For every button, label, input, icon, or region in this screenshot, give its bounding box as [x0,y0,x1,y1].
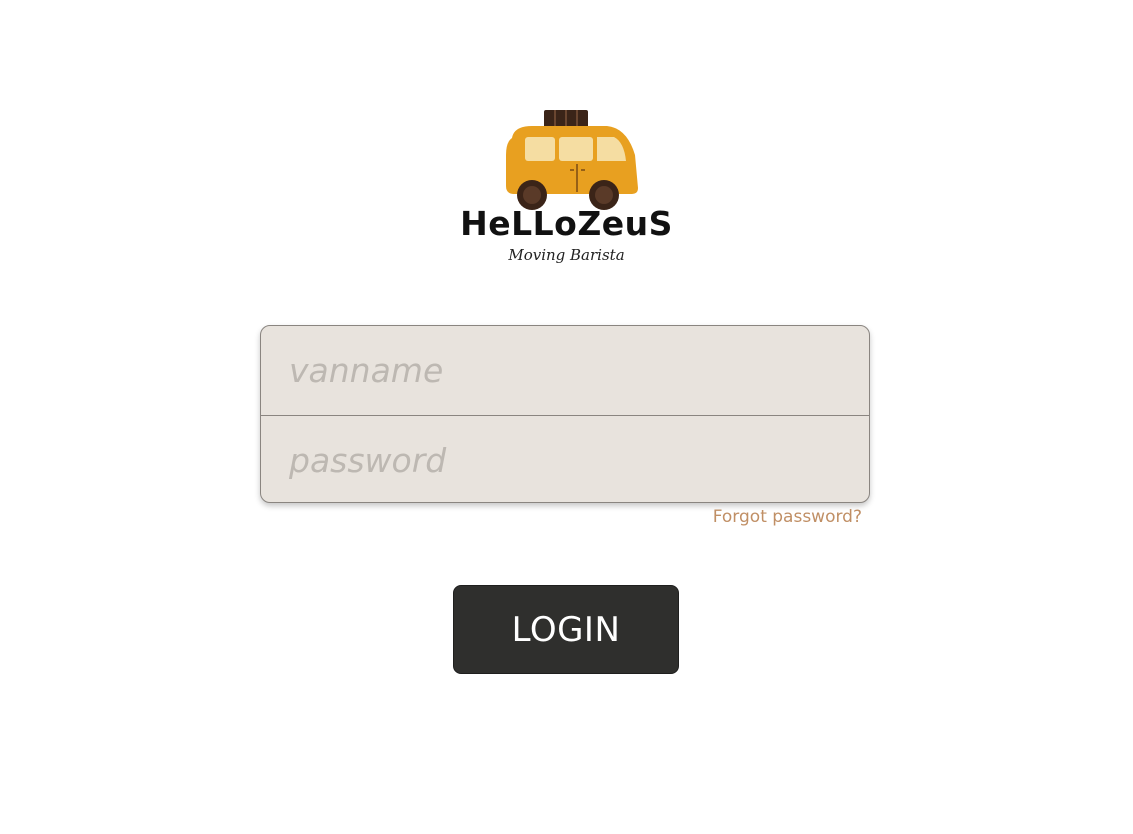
van-icon [505,110,638,210]
brand-logo: HeLLoZeuS Moving Barista [0,100,1133,264]
brand-name: HeLLoZeuS [460,204,673,243]
password-input[interactable] [261,416,869,502]
brand-tagline: Moving Barista [508,246,625,264]
login-button[interactable]: LOGIN [453,585,679,674]
forgot-password-link[interactable]: Forgot password? [713,507,862,527]
login-form [260,325,870,503]
vanname-input[interactable] [261,326,869,415]
